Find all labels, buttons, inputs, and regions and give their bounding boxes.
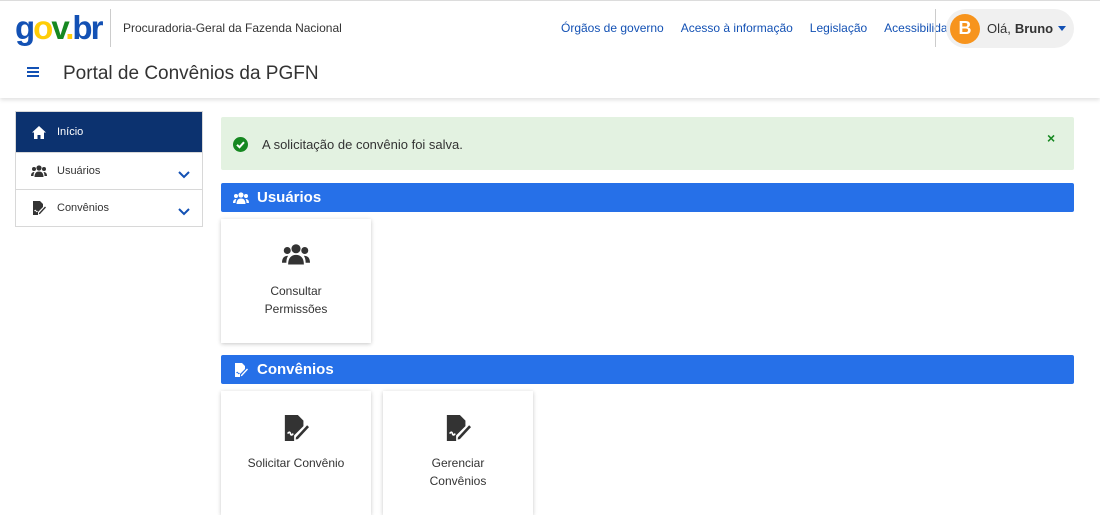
user-name: Bruno [1014, 21, 1054, 36]
sidebar-item-label: Convênios [57, 202, 109, 214]
home-icon [30, 125, 47, 139]
card-label: Gerenciar Convênios [429, 456, 487, 488]
link-orgaos-de-governo[interactable]: Órgãos de governo [561, 21, 664, 35]
header-links: Órgãos de governo Acesso à informação Le… [561, 21, 961, 35]
card-label: Consultar Permissões [264, 284, 328, 316]
success-alert: A solicitação de convênio foi salva. × [221, 117, 1074, 170]
users-icon [30, 164, 47, 178]
section-title: Convênios [257, 361, 334, 378]
header-divider [110, 9, 111, 47]
sidebar: Início Usuários Convênios [15, 111, 203, 227]
header: gov.br Procuradoria-Geral da Fazenda Nac… [0, 0, 1100, 98]
org-name: Procuradoria-Geral da Fazenda Nacional [123, 21, 342, 35]
govbr-logo[interactable]: gov.br [15, 10, 103, 46]
users-icon [221, 243, 371, 265]
chevron-down-icon [178, 166, 190, 184]
users-icon [233, 191, 249, 205]
sidebar-item-usuarios[interactable]: Usuários [16, 152, 202, 189]
signature-icon [233, 362, 249, 377]
section-header-usuarios: Usuários [221, 183, 1074, 212]
section-header-convenios: Convênios [221, 355, 1074, 384]
link-acesso-a-informacao[interactable]: Acesso à informação [681, 21, 793, 35]
section-title: Usuários [257, 189, 322, 206]
user-menu-button[interactable]: B Olá, Bruno [946, 9, 1074, 48]
user-divider [935, 9, 936, 47]
page-title: Portal de Convênios da PGFN [63, 63, 319, 84]
avatar: B [950, 13, 980, 44]
close-alert-button[interactable]: × [1047, 130, 1055, 146]
signature-icon [221, 415, 371, 441]
card-label: Solicitar Convênio [247, 456, 345, 470]
sidebar-item-label: Usuários [57, 165, 101, 177]
check-circle-icon [233, 137, 248, 157]
chevron-down-icon [178, 203, 190, 221]
hamburger-menu-button[interactable] [27, 67, 39, 77]
link-legislacao[interactable]: Legislação [810, 21, 867, 35]
card-solicitar-convenio[interactable]: Solicitar Convênio [221, 391, 371, 515]
card-gerenciar-convenios[interactable]: Gerenciar Convênios [383, 391, 533, 515]
sidebar-item-label: Início [57, 126, 84, 138]
signature-icon [383, 415, 533, 441]
sidebar-item-inicio[interactable]: Início [16, 112, 202, 152]
sidebar-item-convenios[interactable]: Convênios [16, 189, 202, 226]
user-greeting: Olá, [987, 21, 1011, 36]
caret-down-icon [1058, 26, 1067, 31]
alert-message: A solicitação de convênio foi salva. [262, 137, 463, 152]
signature-icon [30, 201, 47, 215]
card-consultar-permissoes[interactable]: Consultar Permissões [221, 219, 371, 343]
